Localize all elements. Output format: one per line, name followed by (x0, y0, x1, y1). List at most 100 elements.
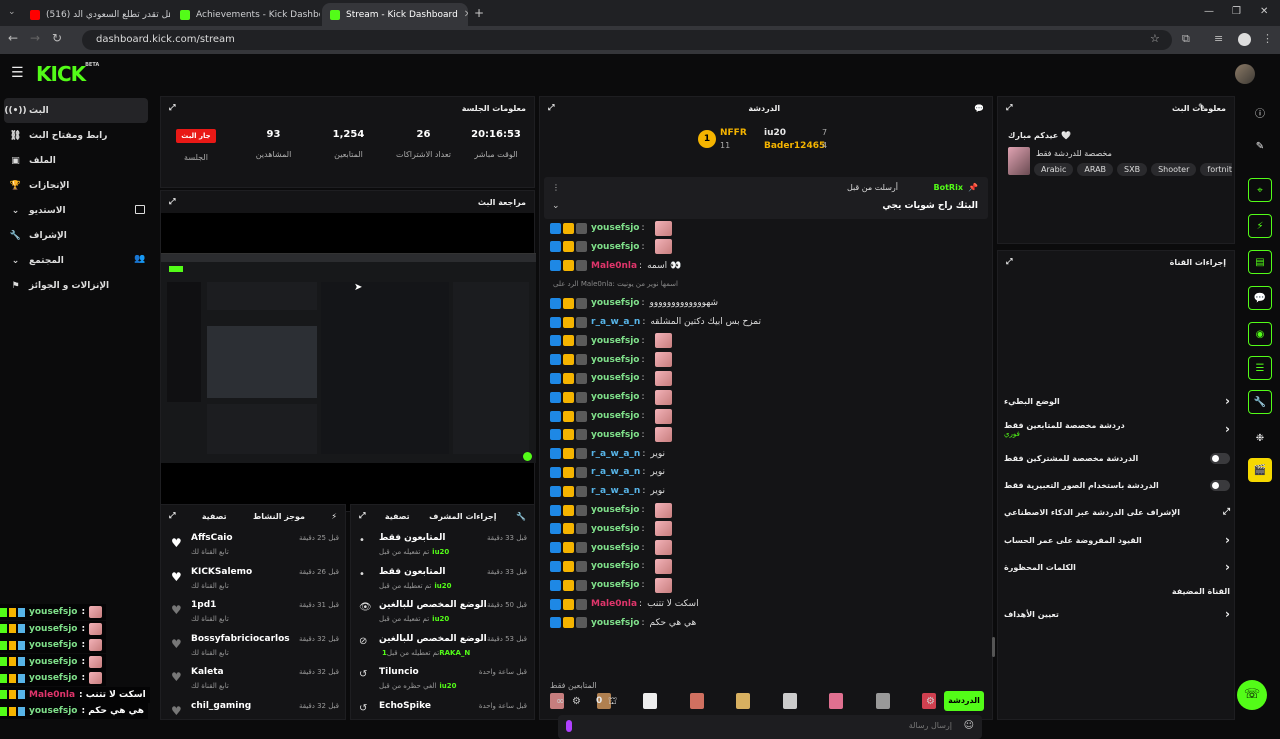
window-close-icon[interactable]: ✕ (1260, 6, 1268, 17)
chat-username[interactable]: yousefsjo (591, 543, 639, 553)
sidebar-item-drops[interactable]: ⚑ الإنزالات و الجوائز (0, 273, 152, 298)
emote-thumbnail-icon[interactable] (829, 693, 843, 709)
chat-username[interactable]: yousefsjo (591, 242, 639, 252)
chat-username[interactable]: yousefsjo (591, 505, 639, 515)
channel-action-row[interactable]: الدردشة باستخدام الصور التعبيرية فقط (1004, 474, 1230, 496)
tag-chip[interactable]: SXB (1117, 163, 1148, 176)
gift-icon[interactable]: ⛫ (608, 696, 617, 709)
live-icon[interactable]: ◉ (1248, 322, 1272, 346)
chat-username[interactable]: r_a_w_a_n (591, 467, 640, 477)
kick-logo[interactable]: KICKBETA (36, 62, 99, 86)
chevron-down-icon[interactable]: ⌄ (552, 201, 560, 211)
close-icon[interactable]: ✕ (464, 9, 468, 20)
sidebar-item-studio[interactable]: ⌄ الاستديو (0, 198, 152, 223)
bookmark-star-icon[interactable]: ☆ (1150, 32, 1160, 45)
bolt-icon[interactable]: ⚡ (1248, 214, 1272, 238)
chat-username[interactable]: yousefsjo (591, 561, 639, 571)
browser-tab-youtube[interactable]: (516) هل تقدر تطلع السعودي الد... ✕ (22, 3, 170, 26)
chat-username[interactable]: yousefsjo (591, 411, 639, 421)
chat-bubble-icon[interactable]: 💬 (1248, 286, 1272, 310)
expand-icon[interactable]: ⤢ (359, 511, 365, 521)
sidebar-item-stream-key[interactable]: ⛓ رابط ومفتاح البث (0, 123, 152, 148)
chat-username[interactable]: yousefsjo (591, 336, 639, 346)
mic-icon[interactable] (566, 720, 572, 732)
expand-icon[interactable]: ⤢ (169, 103, 175, 113)
new-tab-plus-icon[interactable]: + (474, 6, 484, 20)
chevron-right-icon[interactable]: › (1225, 607, 1230, 621)
channel-action-row[interactable]: القيود المفروضة على عمر الحساب › (1004, 529, 1230, 551)
pinned-message[interactable]: 📌 ⋮ BotRix أرسلت من قبل البثك راح شويات … (544, 177, 988, 219)
filter-button[interactable]: تصفية (385, 512, 410, 521)
forward-arrow-icon[interactable]: → (30, 31, 40, 45)
chat-username[interactable]: yousefsjo (591, 298, 639, 308)
chat-username[interactable]: r_a_w_a_n (591, 317, 640, 327)
media-icon[interactable]: ≡ (1214, 32, 1223, 45)
channel-action-row[interactable]: الكلمات المحظورة › (1004, 556, 1230, 578)
emote-thumbnail-icon[interactable] (875, 693, 890, 709)
category-thumbnail[interactable] (1008, 147, 1030, 175)
chat-username[interactable]: Male0nla (591, 261, 637, 271)
info-icon[interactable]: ⓘ (1248, 100, 1272, 124)
expand-icon[interactable]: ⤢ (1006, 103, 1012, 113)
sidebar-item-achievements[interactable]: 🏆 الإنجازات (0, 173, 152, 198)
toggle-switch[interactable] (1210, 479, 1230, 491)
sidebar-item-moderation[interactable]: 🔧 الإشراف (0, 223, 152, 248)
send-chat-button[interactable]: الدردشة (944, 691, 984, 711)
pin-icon[interactable]: 📌 (968, 183, 978, 192)
help-chat-icon[interactable]: ☏ (1237, 680, 1267, 710)
document-icon[interactable]: ▤ (1248, 250, 1272, 274)
menu-kebab-icon[interactable]: ⋮ (1262, 32, 1273, 45)
toggle-switch[interactable] (1210, 452, 1230, 464)
edit-pencil-icon[interactable]: ✎ (1248, 134, 1272, 158)
emote-thumbnail-icon[interactable] (782, 693, 797, 709)
chat-input[interactable]: إرسال رسالة ☺ (558, 715, 982, 739)
expand-icon[interactable]: ⤢ (548, 103, 554, 113)
tag-chip[interactable]: ARAB (1077, 163, 1114, 176)
sidebar-item-profile[interactable]: ▣ الملف (0, 148, 152, 173)
chat-username[interactable]: yousefsjo (591, 580, 639, 590)
link-icon[interactable]: ∞ (556, 696, 564, 707)
expand-icon[interactable]: ⤢ (169, 511, 175, 521)
emote-thumbnail-icon[interactable] (736, 693, 750, 709)
settings-gear-icon[interactable]: ⚙ (572, 696, 581, 707)
chevron-right-icon[interactable]: › (1225, 422, 1230, 436)
back-arrow-icon[interactable]: ← (8, 31, 18, 45)
emote-thumbnail-icon[interactable] (689, 693, 704, 709)
chat-username[interactable]: yousefsjo (591, 430, 639, 440)
filter-button[interactable]: تصفية (202, 512, 227, 521)
sidebar-item-community[interactable]: ⌄ المجتمع 👥 (0, 248, 152, 273)
extensions-icon[interactable]: ⧉ (1182, 32, 1190, 46)
minimize-icon[interactable]: — (1204, 6, 1214, 17)
edit-pencil-icon[interactable]: ✎ (1198, 103, 1206, 113)
channel-action-row[interactable]: الإشراف على الدردشة عبر الذكاء الاصطناعي… (1004, 501, 1230, 523)
focus-icon[interactable]: ⌖ (1248, 178, 1272, 202)
browser-tab-stream[interactable]: Stream - Kick Dashboard ✕ (322, 3, 468, 26)
channel-action-row[interactable]: الدردشة مخصصة للمشتركين فقط (1004, 447, 1230, 469)
tag-chip[interactable]: Shooter (1151, 163, 1197, 176)
channel-action-row[interactable]: تعيين الأهداف › (1004, 603, 1230, 625)
stream-video[interactable] (161, 253, 536, 463)
chat-username[interactable]: Male0nla (591, 599, 637, 609)
chat-username[interactable]: r_a_w_a_n (591, 449, 640, 459)
url-field[interactable]: dashboard.kick.com/stream (82, 30, 1172, 50)
community-icon[interactable]: ❉ (1248, 426, 1272, 450)
chat-username[interactable]: r_a_w_a_n (591, 486, 640, 496)
maximize-icon[interactable]: ❐ (1232, 6, 1241, 17)
expand-icon[interactable]: ⤢ (1006, 257, 1012, 267)
chat-username[interactable]: yousefsjo (591, 524, 639, 534)
reload-icon[interactable]: ↻ (52, 31, 62, 45)
hamburger-menu-icon[interactable]: ☰ (11, 65, 24, 81)
wrench-icon[interactable]: 🔧 (1248, 390, 1272, 414)
external-link-icon[interactable]: ⤢ (1223, 507, 1230, 517)
user-avatar[interactable] (1235, 64, 1255, 84)
sidebar-item-stream[interactable]: ((•)) البث (4, 98, 148, 123)
emote-thumbnail-icon[interactable] (643, 693, 657, 709)
profile-avatar-icon[interactable] (1238, 33, 1251, 46)
chat-username[interactable]: yousefsjo (591, 618, 639, 628)
chevron-right-icon[interactable]: › (1225, 394, 1230, 408)
browser-tab-achievements[interactable]: Achievements - Kick Dashboard ✕ (172, 3, 320, 26)
tab-search-icon[interactable]: ⌄ (8, 7, 16, 17)
channel-action-row[interactable]: دردشة مخصصة للمتابعين فقط فوري › (1004, 418, 1230, 440)
tag-chip[interactable]: fortnite (1200, 163, 1232, 176)
chat-settings-gear-icon[interactable]: ⚙ (926, 696, 935, 707)
